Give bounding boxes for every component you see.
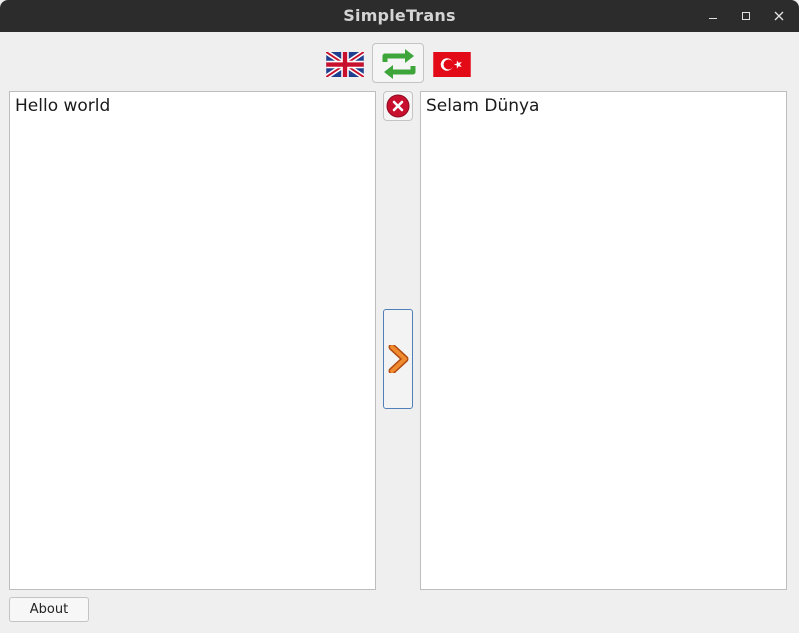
source-text-area[interactable]: Hello world	[9, 91, 376, 590]
minimize-icon	[709, 18, 717, 19]
maximize-button[interactable]	[734, 4, 758, 28]
minimize-button[interactable]	[701, 4, 725, 28]
target-text-area[interactable]: Selam Dünya	[420, 91, 787, 590]
maximize-icon	[742, 12, 750, 20]
turkey-flag-icon	[433, 52, 471, 77]
swap-languages-button[interactable]	[372, 43, 424, 83]
title-bar: SimpleTrans	[0, 0, 799, 32]
close-icon	[774, 11, 784, 21]
window-title: SimpleTrans	[343, 6, 456, 25]
translate-button[interactable]	[383, 309, 413, 409]
uk-flag-icon	[324, 49, 366, 80]
source-text: Hello world	[15, 96, 111, 116]
swap-arrows-icon	[382, 49, 416, 79]
clear-button[interactable]	[383, 91, 413, 121]
about-button[interactable]: About	[9, 597, 89, 622]
target-language-flag[interactable]	[433, 52, 471, 77]
target-text: Selam Dünya	[426, 96, 540, 116]
clear-icon	[386, 94, 410, 118]
close-window-button[interactable]	[767, 4, 791, 28]
chevron-right-icon	[388, 345, 409, 373]
source-language-flag[interactable]	[324, 49, 366, 80]
